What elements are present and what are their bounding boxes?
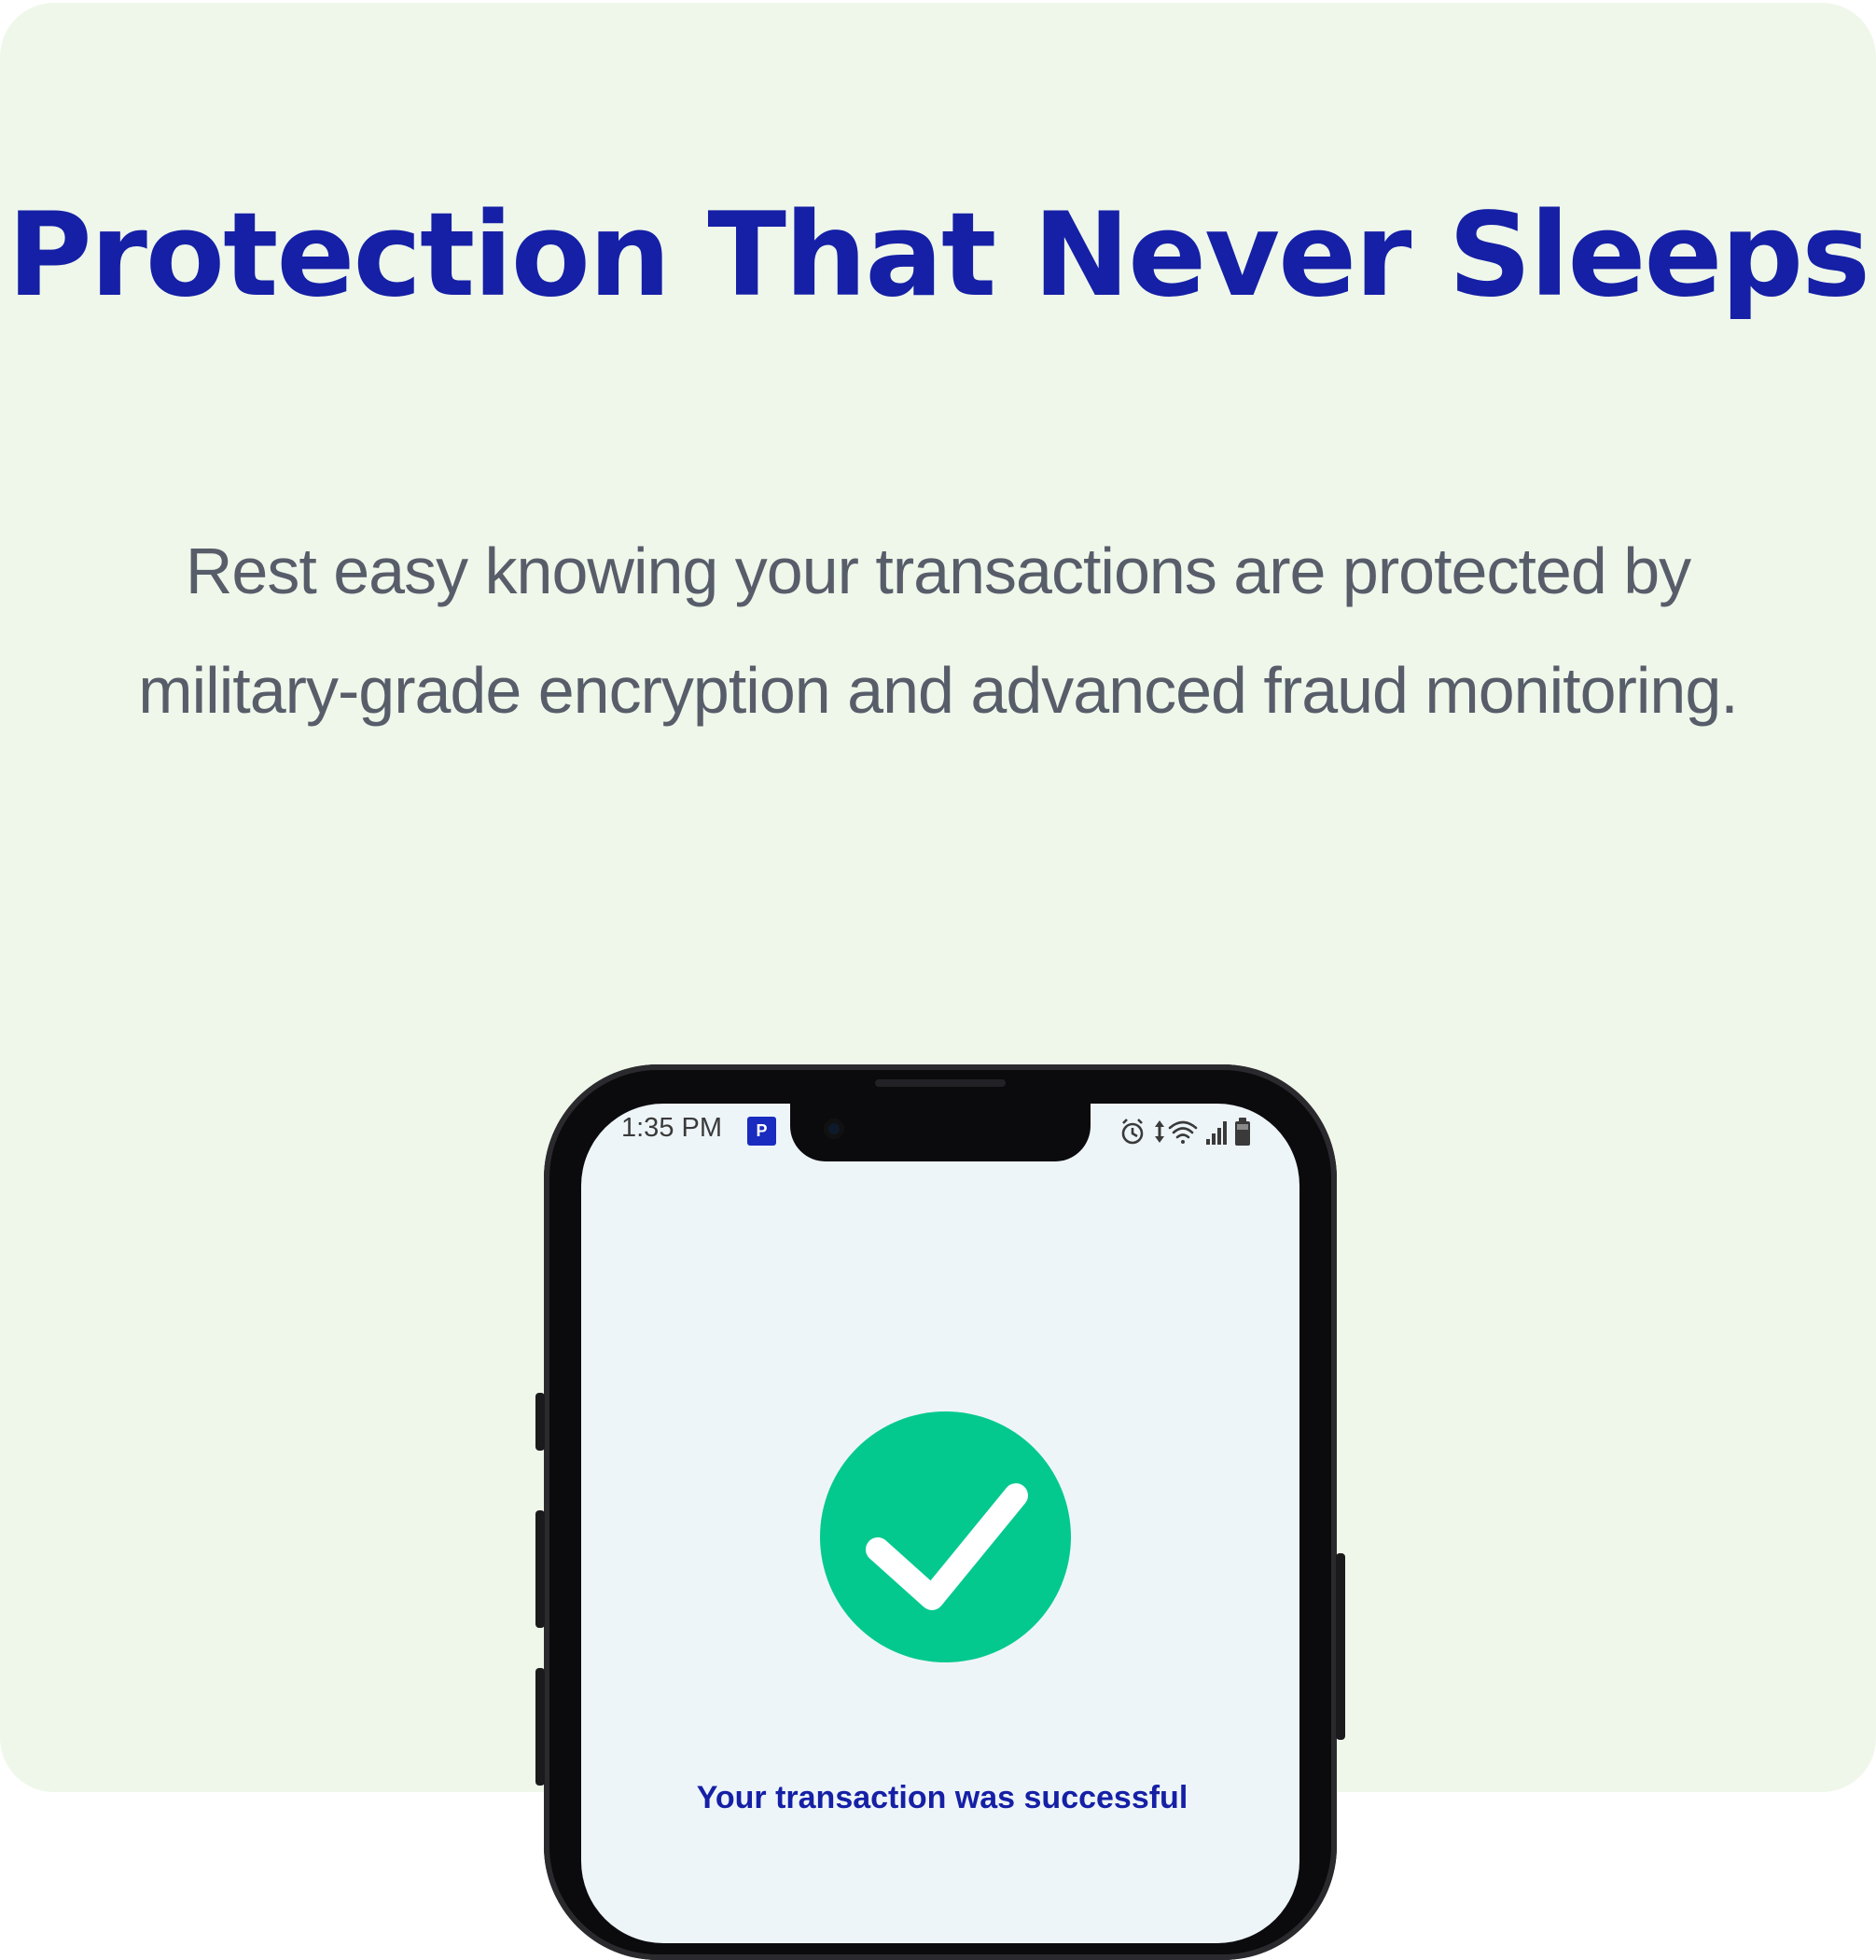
battery-icon [1235,1118,1250,1146]
wifi-icon [1168,1120,1198,1144]
success-message: Your transaction was successful [696,1780,1188,1815]
signal-icon [1206,1121,1227,1145]
checkmark-icon [866,1483,1028,1610]
status-time: 1:35 PM [621,1113,722,1143]
camera-icon [824,1119,844,1139]
check-circle-icon [820,1411,1071,1662]
page-title: Protection That Never Sleeps [7,188,1870,323]
status-icons [1121,1118,1250,1146]
mute-switch [535,1393,545,1451]
phone-speaker [875,1079,1006,1087]
volume-down-button [535,1668,545,1786]
app-notification-icon: P [747,1117,776,1146]
data-arrows-icon [1155,1120,1164,1143]
volume-up-button [535,1510,545,1628]
alarm-icon [1121,1119,1144,1145]
feature-description: Rest easy knowing your transactions are … [138,535,1738,727]
power-button [1336,1553,1345,1740]
